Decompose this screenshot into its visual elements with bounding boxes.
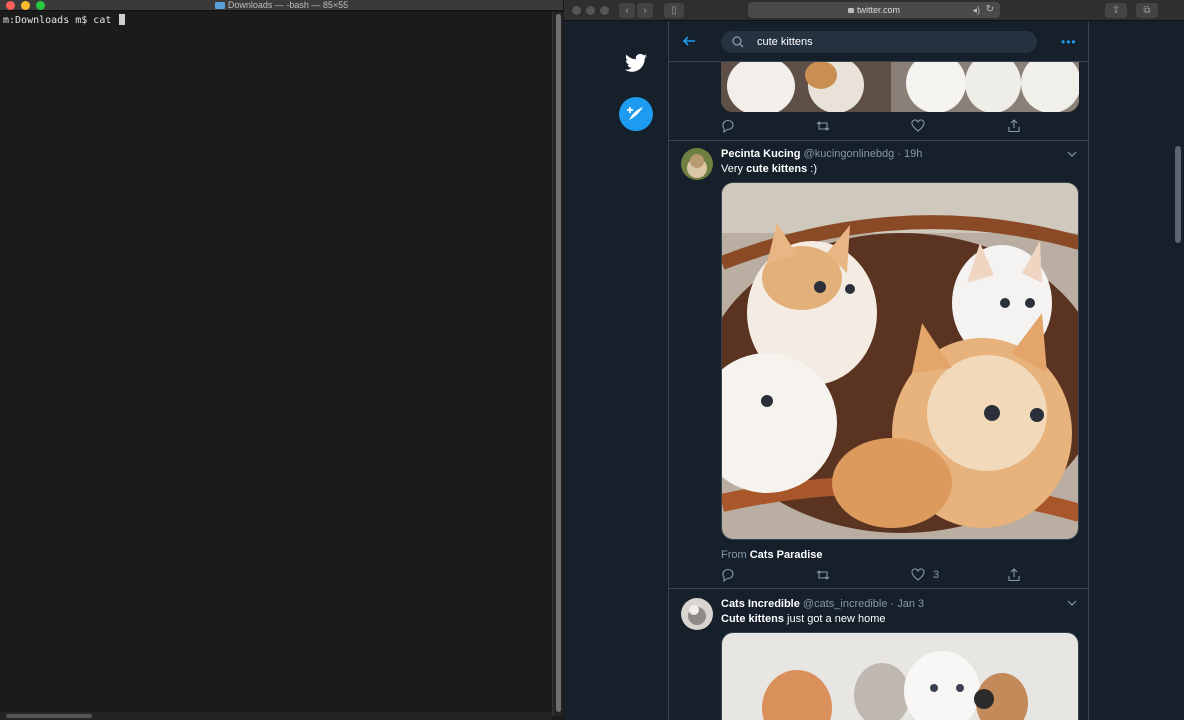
terminal-title: Downloads — -bash — 85×55 [0, 0, 563, 11]
back-nav-button[interactable]: ‹ [619, 3, 635, 18]
search-header: cute kittens ••• [669, 21, 1088, 62]
tweet-divider [669, 140, 1088, 141]
tweet-actions [721, 119, 1021, 133]
tweet-media-image[interactable] [721, 61, 1079, 112]
terminal-hscroll-thumb[interactable] [6, 714, 92, 718]
tabs-overview-button[interactable]: ⧉ [1136, 3, 1158, 18]
tweet-media-image[interactable] [721, 632, 1079, 720]
kittens-photo [721, 61, 1079, 112]
twitter-bird-icon[interactable] [625, 53, 647, 73]
zoom-window-button[interactable] [600, 6, 609, 15]
like-button[interactable]: 3 [911, 568, 951, 582]
like-icon[interactable] [911, 119, 925, 133]
browser-toolbar: ‹ › ▯ twitter.com ◂) ↻ ⇪ ⧉ [564, 0, 1184, 21]
address-bar[interactable]: twitter.com ◂) ↻ [748, 2, 1000, 18]
tweet-text: Cute kittens just got a new home [721, 613, 886, 625]
back-arrow-icon[interactable] [679, 31, 699, 51]
terminal-horizontal-scrollbar[interactable] [0, 712, 552, 720]
folder-icon [214, 2, 225, 9]
browser-scrollbar[interactable] [1172, 21, 1184, 720]
kittens-basket-photo [722, 183, 1078, 539]
terminal-scroll-thumb[interactable] [556, 14, 561, 712]
reply-icon[interactable] [721, 119, 735, 133]
terminal-scrollbar[interactable] [552, 12, 563, 716]
close-window-button[interactable] [572, 6, 581, 15]
search-results-feed[interactable]: cute kittens ••• Pecinta Kucing @kucingo… [668, 21, 1089, 720]
like-count: 3 [933, 569, 940, 581]
tweet-author-name[interactable]: Pecinta Kucing [721, 148, 800, 160]
forward-nav-button[interactable]: › [637, 3, 653, 18]
tweet-actions: 3 [721, 568, 1021, 582]
lock-icon [847, 8, 854, 13]
terminal-content[interactable]: m:Downloads m$ cat [0, 12, 552, 712]
tweet-header: Pecinta Kucing @kucingonlinebdg · 19h [721, 147, 922, 161]
terminal-window: Downloads — -bash — 85×55 m:Downloads m$… [0, 0, 563, 720]
share-icon[interactable] [1007, 568, 1021, 582]
browser-scroll-thumb[interactable] [1175, 146, 1181, 243]
avatar[interactable] [681, 148, 713, 180]
browser-window: ‹ › ▯ twitter.com ◂) ↻ ⇪ ⧉ cute kittens … [564, 0, 1184, 720]
retweet-icon[interactable] [816, 119, 830, 133]
more-icon[interactable]: ••• [1061, 36, 1077, 48]
avatar[interactable] [681, 598, 713, 630]
like-icon [911, 568, 925, 581]
tweet-time[interactable]: · Jan 3 [891, 598, 925, 610]
text-cursor [119, 14, 126, 25]
tweet-author-handle[interactable]: @kucingonlinebdg [804, 148, 895, 160]
tweet-text: Very cute kittens :) [721, 163, 817, 175]
search-input[interactable]: cute kittens [721, 31, 1037, 53]
tweet-author-handle[interactable]: @cats_incredible [803, 598, 888, 610]
terminal-titlebar[interactable]: Downloads — -bash — 85×55 [0, 0, 563, 11]
avatar-image [681, 148, 713, 180]
chevron-down-icon[interactable] [1067, 599, 1077, 607]
minimize-window-button[interactable] [586, 6, 595, 15]
kittens-photo [722, 633, 1078, 720]
tweet-media-video[interactable] [721, 182, 1079, 540]
reload-icon[interactable]: ↻ [986, 2, 994, 18]
search-icon [732, 36, 744, 48]
speaker-icon[interactable]: ◂) [972, 2, 980, 18]
from-source: From Cats Paradise [721, 549, 823, 561]
compose-icon [627, 107, 643, 120]
tweet-header: Cats Incredible @cats_incredible · Jan 3 [721, 597, 924, 611]
retweet-icon[interactable] [816, 568, 830, 582]
share-page-button[interactable]: ⇪ [1105, 3, 1127, 18]
tweet-time[interactable]: · 19h [897, 148, 922, 160]
avatar-image [681, 598, 713, 630]
sidebar-toggle-button[interactable]: ▯ [664, 3, 684, 18]
search-query: cute kittens [757, 36, 813, 48]
reply-icon[interactable] [721, 568, 735, 582]
compose-tweet-button[interactable] [619, 97, 653, 131]
twitter-nav [564, 21, 668, 720]
tweet-divider [669, 588, 1088, 589]
chevron-down-icon[interactable] [1067, 150, 1077, 158]
shell-prompt: m:Downloads m$ cat [3, 14, 126, 27]
tweet-author-name[interactable]: Cats Incredible [721, 598, 800, 610]
share-icon[interactable] [1007, 119, 1021, 133]
